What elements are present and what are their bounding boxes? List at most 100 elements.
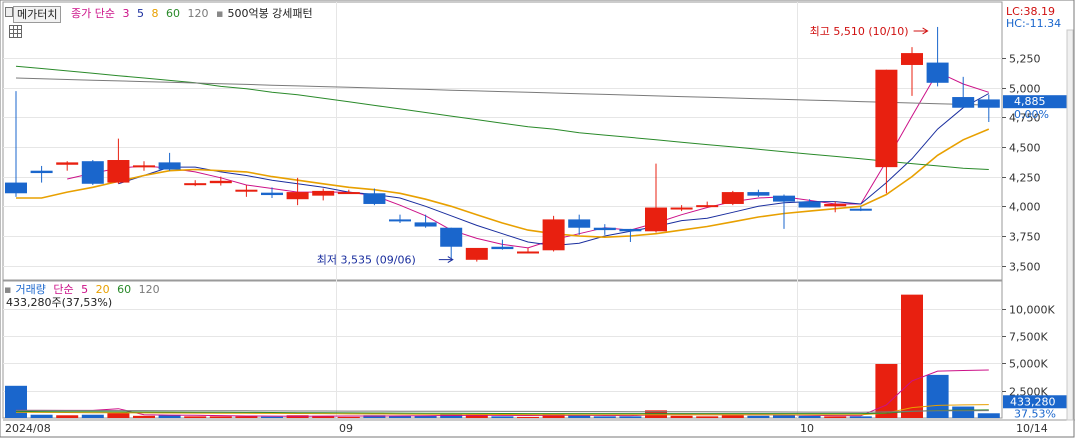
candle-body[interactable]	[619, 228, 642, 232]
candle-body[interactable]	[81, 161, 104, 184]
volume-bar[interactable]	[747, 415, 770, 418]
volume-bar[interactable]	[901, 294, 923, 418]
volume-ma-line-5	[16, 369, 989, 417]
candle-body[interactable]	[568, 219, 591, 228]
candle-body[interactable]	[849, 208, 872, 211]
candle-body[interactable]	[747, 192, 770, 196]
volume-bar[interactable]	[952, 406, 975, 418]
grid-icon[interactable]	[9, 25, 22, 38]
volume-tick-label: 7,500K	[1009, 331, 1048, 344]
ma-period-120[interactable]: 120	[187, 7, 208, 20]
volume-bar[interactable]	[798, 415, 821, 418]
volume-bar[interactable]	[773, 415, 795, 418]
candle-body[interactable]	[286, 192, 309, 200]
ma-period-5[interactable]: 5	[137, 7, 144, 20]
price-legend: 종가 단순 3 5 8 60 120 ▪ 500억봉 강세패턴	[71, 7, 317, 21]
candle-body[interactable]	[773, 195, 795, 202]
candle-body[interactable]	[363, 193, 386, 204]
candle-body[interactable]	[133, 165, 155, 168]
volume-bar[interactable]	[696, 416, 719, 418]
candle-body[interactable]	[645, 207, 667, 232]
price-ma-line-8	[16, 128, 990, 239]
candle-body[interactable]	[517, 251, 539, 254]
current-change-label: 0.00%	[1014, 108, 1049, 121]
volume-bar[interactable]	[107, 413, 130, 418]
candle-body[interactable]	[721, 192, 744, 204]
candle-body[interactable]	[56, 162, 79, 165]
x-tick-label: 10	[800, 422, 814, 435]
candle-body[interactable]	[5, 182, 27, 194]
ma-period-8[interactable]: 8	[151, 7, 158, 20]
volume-bar[interactable]	[337, 416, 360, 418]
candle-body[interactable]	[824, 203, 847, 207]
volume-panel-frame	[2, 280, 1003, 419]
volume-bar[interactable]	[30, 414, 53, 418]
panel-toggle-button[interactable]	[5, 7, 13, 17]
volume-bar[interactable]	[491, 416, 514, 418]
volume-ma-period-120[interactable]: 120	[139, 283, 160, 296]
price-ma-line-120	[15, 77, 989, 106]
candle-body[interactable]	[542, 219, 565, 251]
candle-body[interactable]	[593, 227, 616, 231]
stock-chart[interactable]: 3,5003,7504,0004,2504,5004,7505,0005,250…	[0, 0, 1075, 438]
candle-body[interactable]	[107, 160, 130, 183]
stock-name-tab[interactable]: 메가터치	[13, 6, 62, 23]
ma-period-60[interactable]: 60	[166, 7, 180, 20]
volume-bar[interactable]	[875, 363, 898, 418]
candle-body[interactable]	[875, 69, 898, 168]
volume-label[interactable]: 거래량	[15, 283, 45, 296]
volume-bar[interactable]	[593, 416, 616, 418]
pattern-label[interactable]: 500억봉 강세패턴	[227, 7, 312, 20]
volume-bar[interactable]	[5, 385, 27, 418]
volume-bar[interactable]	[261, 416, 283, 418]
volume-bar[interactable]	[235, 416, 258, 418]
candle-body[interactable]	[209, 180, 232, 184]
price-panel-frame	[2, 1, 1003, 281]
ma-period-3[interactable]: 3	[122, 7, 129, 20]
high-arrow-icon	[913, 27, 929, 35]
price-tick-label: 4,000	[1009, 201, 1041, 214]
volume-bar[interactable]	[133, 415, 155, 418]
volume-bar[interactable]	[158, 415, 181, 418]
volume-bar[interactable]	[184, 416, 207, 418]
candle-body[interactable]	[465, 247, 488, 260]
volume-summary: 433,280주(37,53%)	[6, 296, 113, 309]
volume-ma-period-20[interactable]: 20	[96, 283, 110, 296]
x-tick-label: 10/14	[1016, 422, 1048, 435]
candle-body[interactable]	[312, 190, 335, 196]
volume-ma-period-5[interactable]: 5	[81, 283, 88, 296]
candle-body[interactable]	[337, 192, 360, 195]
volume-bar[interactable]	[824, 416, 847, 418]
candle-body[interactable]	[30, 170, 53, 174]
candle-body[interactable]	[414, 222, 437, 227]
volume-bar[interactable]	[517, 416, 539, 418]
candle-body[interactable]	[184, 183, 207, 186]
candle-body[interactable]	[977, 99, 1000, 108]
volume-bar[interactable]	[619, 416, 642, 418]
volume-bar[interactable]	[721, 415, 744, 418]
volume-bar[interactable]	[56, 415, 79, 418]
right-scrollbar[interactable]	[1066, 29, 1074, 421]
candle-body[interactable]	[696, 205, 719, 208]
candle-body[interactable]	[389, 219, 411, 222]
volume-bar[interactable]	[849, 416, 872, 418]
candle-body[interactable]	[158, 162, 181, 170]
volume-bar[interactable]	[81, 414, 104, 418]
volume-tick-label: 5,000K	[1009, 358, 1048, 371]
volume-bar[interactable]	[209, 416, 232, 418]
candle-body[interactable]	[798, 201, 821, 208]
volume-ma-period-60[interactable]: 60	[117, 283, 131, 296]
volume-bar[interactable]	[670, 415, 693, 418]
candle-body[interactable]	[491, 246, 514, 250]
volume-bar[interactable]	[926, 374, 949, 418]
candle-body[interactable]	[952, 97, 975, 108]
candle-body[interactable]	[926, 62, 949, 83]
volume-bar[interactable]	[977, 413, 1000, 418]
candle-body[interactable]	[670, 207, 693, 210]
price-tick-label: 4,500	[1009, 142, 1041, 155]
candle-body[interactable]	[901, 53, 923, 65]
high-price-annotation: 최고 5,510 (10/10)	[810, 25, 909, 38]
candle-body[interactable]	[235, 189, 258, 192]
candle-body[interactable]	[440, 227, 463, 247]
candle-body[interactable]	[261, 192, 283, 196]
